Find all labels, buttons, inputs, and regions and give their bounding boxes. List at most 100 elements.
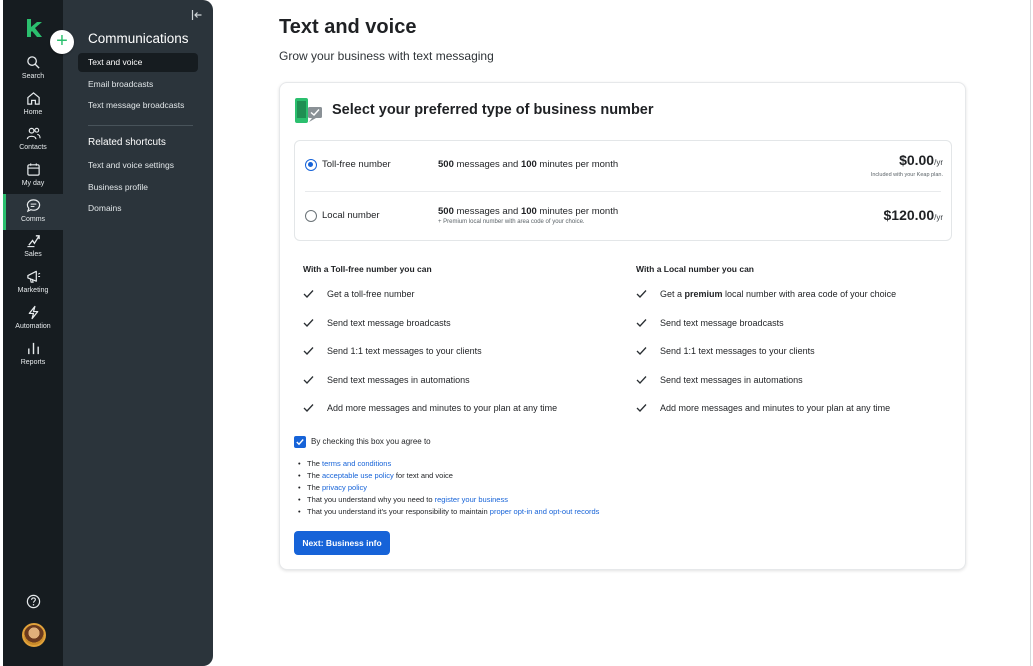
primary-nav-rail: Search Home Contacts My day Comms Sales …	[3, 0, 63, 666]
terms-item: The acceptable use policy for text and v…	[298, 470, 599, 482]
option-name: Toll-free number	[322, 159, 391, 170]
option-toll-free[interactable]: Toll-free number 500 messages and 100 mi…	[295, 141, 951, 191]
collapse-sidebar-icon[interactable]	[191, 9, 203, 21]
shortcut-domains[interactable]: Domains	[78, 199, 198, 218]
user-avatar[interactable]	[22, 623, 46, 647]
check-icon	[303, 404, 314, 413]
shortcut-business-profile[interactable]: Business profile	[78, 178, 198, 197]
benefits-title: With a Local number you can	[636, 264, 754, 274]
opt-in-opt-out-records-link[interactable]: proper opt-in and opt-out records	[490, 507, 600, 516]
card-heading: Select your preferred type of business n…	[332, 102, 654, 118]
terms-and-conditions-link[interactable]: terms and conditions	[322, 459, 391, 468]
benefit-item: Send text message broadcasts	[636, 309, 956, 338]
checkmark-icon	[296, 439, 304, 446]
register-your-business-link[interactable]: register your business	[435, 495, 508, 504]
rail-item-home[interactable]: Home	[3, 91, 63, 127]
check-icon	[636, 318, 647, 327]
next-business-info-button[interactable]: Next: Business info	[294, 531, 390, 555]
benefit-item: Send text messages in automations	[636, 366, 956, 395]
phone-message-icon	[295, 98, 322, 123]
local-benefits: With a Local number you can Get a premiu…	[636, 264, 956, 423]
subnav-item-text-message-broadcasts[interactable]: Text message broadcasts	[78, 96, 198, 115]
rail-item-comms[interactable]: Comms	[3, 194, 63, 230]
agree-checkbox[interactable]	[294, 436, 306, 448]
option-price: $0.00/yr	[899, 152, 943, 168]
privacy-policy-link[interactable]: privacy policy	[322, 483, 367, 492]
terms-item: The terms and conditions	[298, 458, 599, 470]
app-root: Search Home Contacts My day Comms Sales …	[0, 0, 1033, 666]
rail-label: Search	[21, 73, 45, 80]
business-number-card: Select your preferred type of business n…	[279, 82, 966, 570]
check-icon	[303, 375, 314, 384]
rail-label: Home	[23, 109, 43, 116]
rail-item-search[interactable]: Search	[3, 55, 63, 91]
sales-icon	[26, 235, 40, 248]
check-icon	[303, 290, 314, 298]
agree-label: By checking this box you agree to	[311, 437, 431, 446]
benefit-item: Add more messages and minutes to your pl…	[303, 394, 623, 423]
benefit-item: Send 1:1 text messages to your clients	[303, 337, 623, 366]
window-edge	[1030, 0, 1031, 666]
shortcut-text-and-voice-settings[interactable]: Text and voice settings	[78, 156, 198, 175]
toll-free-benefits: With a Toll-free number you can Get a to…	[303, 264, 623, 423]
rail-item-my-day[interactable]: My day	[3, 162, 63, 198]
terms-item: That you understand it's your responsibi…	[298, 506, 599, 518]
page-subtitle: Grow your business with text messaging	[279, 49, 494, 63]
rail-label: Reports	[20, 359, 46, 366]
help-icon[interactable]	[26, 594, 41, 609]
terms-item: That you understand why you need to regi…	[298, 494, 599, 506]
option-name: Local number	[322, 210, 380, 221]
subnav-item-text-and-voice[interactable]: Text and voice	[78, 53, 198, 72]
price-note: Included with your Keap plan.	[870, 172, 943, 178]
rail-label: My day	[21, 180, 45, 187]
option-local[interactable]: Local number 500 messages and 100 minute…	[295, 192, 951, 242]
radio-toll-free[interactable]	[305, 159, 317, 171]
option-note: + Premium local number with area code of…	[438, 219, 585, 225]
acceptable-use-policy-link[interactable]: acceptable use policy	[322, 471, 394, 480]
check-icon	[636, 375, 647, 384]
rail-item-contacts[interactable]: Contacts	[3, 126, 63, 162]
subnav-title: Communications	[88, 31, 189, 46]
rail-item-sales[interactable]: Sales	[3, 233, 63, 269]
option-description: 500 messages and 100 minutes per month	[438, 159, 619, 170]
secondary-nav: + Communications Text and voice Email br…	[50, 0, 213, 666]
subnav-item-email-broadcasts[interactable]: Email broadcasts	[78, 75, 198, 94]
create-new-button[interactable]: +	[50, 30, 74, 54]
check-icon	[636, 290, 647, 298]
megaphone-icon	[26, 270, 40, 283]
option-description: 500 messages and 100 minutes per month	[438, 206, 619, 217]
home-icon	[26, 92, 40, 105]
rail-item-reports[interactable]: Reports	[3, 341, 63, 377]
terms-item: The privacy policy	[298, 482, 599, 494]
subnav-divider	[88, 125, 193, 126]
check-icon	[303, 347, 314, 356]
benefits-title: With a Toll-free number you can	[303, 264, 432, 274]
check-icon	[303, 318, 314, 327]
rail-label: Marketing	[17, 287, 49, 294]
rail-item-marketing[interactable]: Marketing	[3, 269, 63, 305]
rail-label: Comms	[20, 216, 46, 223]
benefit-item: Get a toll-free number	[303, 280, 623, 309]
rail-label: Sales	[24, 251, 42, 258]
related-shortcuts-heading: Related shortcuts	[88, 137, 166, 148]
bar-chart-icon	[27, 342, 39, 355]
contacts-icon	[26, 127, 41, 140]
rail-label: Contacts	[19, 144, 47, 151]
lightning-icon	[28, 305, 38, 320]
page-title: Text and voice	[279, 16, 417, 38]
option-price: $120.00/yr	[883, 207, 944, 223]
terms-list: The terms and conditions The acceptable …	[298, 458, 599, 518]
check-icon	[636, 404, 647, 413]
benefit-item: Send text messages in automations	[303, 366, 623, 395]
benefit-item: Add more messages and minutes to your pl…	[636, 394, 956, 423]
keap-logo-icon[interactable]	[25, 18, 43, 38]
rail-item-automation[interactable]: Automation	[3, 305, 63, 341]
search-icon	[26, 56, 40, 69]
calendar-icon	[26, 163, 40, 176]
benefit-item: Send text message broadcasts	[303, 309, 623, 338]
chat-icon	[26, 199, 40, 213]
check-icon	[636, 347, 647, 356]
benefit-item: Send 1:1 text messages to your clients	[636, 337, 956, 366]
radio-local[interactable]	[305, 210, 317, 222]
benefit-item: Get a premium local number with area cod…	[636, 280, 956, 309]
